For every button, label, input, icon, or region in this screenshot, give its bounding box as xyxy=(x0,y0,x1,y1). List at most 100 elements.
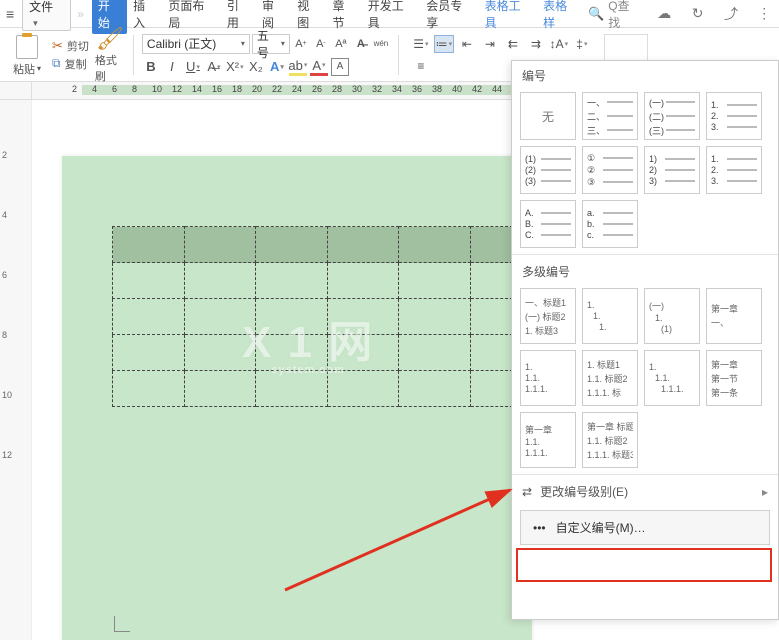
multilevel-option[interactable]: 第一章1.1.1.1.1. xyxy=(520,412,576,468)
cut-button[interactable]: ✂剪切 xyxy=(52,38,89,54)
bullets-button[interactable]: ☰▾ xyxy=(411,35,431,53)
numbering-button[interactable]: ≔▾ xyxy=(434,35,454,53)
search-placeholder: Q查找 xyxy=(608,0,639,31)
multilevel-option[interactable]: 1.1.1. xyxy=(582,288,638,344)
numbering-option[interactable]: 1. 2. 3. xyxy=(706,92,762,140)
paste-label: 粘贴 xyxy=(13,61,35,77)
italic-button[interactable]: I xyxy=(163,58,181,76)
highlight-button[interactable]: ab▾ xyxy=(289,58,307,76)
phonetic-button[interactable]: wén xyxy=(372,35,390,53)
cut-label: 剪切 xyxy=(67,38,89,54)
change-case-button[interactable]: Aª xyxy=(332,35,350,53)
clear-format-button[interactable]: A̶ xyxy=(352,35,370,53)
numbering-section-title: 编号 xyxy=(512,61,778,88)
text-direction-button[interactable]: ↕A▾ xyxy=(549,35,569,53)
tab-member[interactable]: 会员专享 xyxy=(420,0,478,34)
ruler-tick: 44 xyxy=(492,84,502,94)
ruler-tick: 10 xyxy=(152,84,162,94)
indent-button[interactable]: ⇉ xyxy=(526,35,546,53)
numbering-option[interactable]: 1) 2) 3) xyxy=(644,146,700,194)
font-color-button[interactable]: A▾ xyxy=(310,58,328,76)
cut-copy-stack: ✂剪切 ⧉复制 xyxy=(52,38,89,72)
ruler-tick: 42 xyxy=(472,84,482,94)
decrease-font-button[interactable]: A- xyxy=(312,35,330,53)
superscript-button[interactable]: X²▾ xyxy=(226,58,244,76)
tab-view[interactable]: 视图 xyxy=(291,0,326,34)
hamburger-icon[interactable]: ≡ xyxy=(6,6,14,22)
change-level-item[interactable]: ⇄ 更改编号级别(E) ▸ xyxy=(512,477,778,506)
format-painter-button[interactable]: 🖌 格式刷 xyxy=(95,32,125,78)
paste-button[interactable]: 粘贴▾ xyxy=(8,32,46,78)
numbering-option[interactable]: (1) (2) (3) xyxy=(520,146,576,194)
separator: » xyxy=(77,7,84,21)
multilevel-option[interactable]: (一)1.(1) xyxy=(644,288,700,344)
format-painter-label: 格式刷 xyxy=(95,52,125,84)
subscript-button[interactable]: X₂ xyxy=(247,58,265,76)
copy-label: 复制 xyxy=(65,56,87,72)
more-icon[interactable]: ⋮ xyxy=(756,5,773,23)
file-menu[interactable]: 文件 ▾ xyxy=(22,0,71,31)
document-table[interactable] xyxy=(112,226,542,407)
ruler-tick: 26 xyxy=(312,84,322,94)
tab-devtools[interactable]: 开发工具 xyxy=(362,0,420,34)
multilevel-option[interactable]: 第一章第一节第一条 xyxy=(706,350,762,406)
ruler-tick: 30 xyxy=(352,84,362,94)
multilevel-option[interactable]: 第一章 标题11.1. 标题21.1.1. 标题3 xyxy=(582,412,638,468)
font-group: Calibri (正文)▾ 五号▾ A+ A- Aª A̶ wén B I U▾… xyxy=(142,34,390,76)
ruler-tick: 32 xyxy=(372,84,382,94)
tab-insert[interactable]: 插入 xyxy=(127,0,162,34)
numbering-option[interactable]: (一) (二) (三) xyxy=(644,92,700,140)
ruler-tick: 18 xyxy=(232,84,242,94)
multilevel-option[interactable]: 1.1.1.1.1.1. xyxy=(520,350,576,406)
multilevel-option[interactable]: 1.1.1.1.1.1. xyxy=(644,350,700,406)
ruler-tick: 24 xyxy=(292,84,302,94)
tab-references[interactable]: 引用 xyxy=(221,0,256,34)
numbering-none[interactable]: 无 xyxy=(520,92,576,140)
increase-font-button[interactable]: A+ xyxy=(292,35,310,53)
strikethrough-button[interactable]: A̶▾ xyxy=(205,58,223,76)
document-page: X 1 网 system.com xyxy=(62,156,532,640)
custom-numbering-item[interactable]: ••• 自定义编号(M)… xyxy=(520,510,770,545)
ruler-tick: 2 xyxy=(72,84,77,94)
ruler-tick: 20 xyxy=(252,84,262,94)
share-icon[interactable]: ⤴ xyxy=(722,5,739,23)
char-border-button[interactable]: A xyxy=(331,58,349,76)
history-icon[interactable]: ↻ xyxy=(689,5,706,23)
numbering-panel: 编号 无 一、 二、 三、 (一) (二) (三) 1. 2. 3. (1) (… xyxy=(511,60,779,620)
cloud-icon[interactable]: ☁ xyxy=(656,5,673,23)
bold-button[interactable]: B xyxy=(142,58,160,76)
multilevel-option[interactable]: 一、标题1(一) 标题21. 标题3 xyxy=(520,288,576,344)
chevron-right-icon: ▸ xyxy=(762,485,768,499)
numbering-option[interactable]: A. B. C. xyxy=(520,200,576,248)
vruler-tick: 2 xyxy=(2,150,7,160)
ruler-tick: 40 xyxy=(452,84,462,94)
ribbon-tabs: 开始 插入 页面布局 引用 审阅 视图 章节 开发工具 会员专享 表格工具 表格… xyxy=(92,0,584,34)
numbering-option[interactable]: 1. 2. 3. xyxy=(706,146,762,194)
numbering-option[interactable]: ① ② ③ xyxy=(582,146,638,194)
menu-bar: ≡ 文件 ▾ » 开始 插入 页面布局 引用 审阅 视图 章节 开发工具 会员专… xyxy=(0,0,779,28)
numbering-option[interactable]: a. b. c. xyxy=(582,200,638,248)
tab-chapter[interactable]: 章节 xyxy=(327,0,362,34)
tab-pagelayout[interactable]: 页面布局 xyxy=(162,0,220,34)
outdent-button[interactable]: ⇇ xyxy=(503,35,523,53)
font-name-combo[interactable]: Calibri (正文)▾ xyxy=(142,34,250,54)
decrease-indent-button[interactable]: ⇤ xyxy=(457,35,477,53)
increase-indent-button[interactable]: ⇥ xyxy=(480,35,500,53)
multilevel-option[interactable]: 1. 标题11.1. 标题21.1.1. 标 xyxy=(582,350,638,406)
tab-tabletools[interactable]: 表格工具 xyxy=(479,0,537,34)
vertical-ruler[interactable]: 2 4 6 8 10 12 xyxy=(0,100,32,640)
numbering-option[interactable]: 一、 二、 三、 xyxy=(582,92,638,140)
text-effects-button[interactable]: A▾ xyxy=(268,58,286,76)
ruler-tick: 34 xyxy=(392,84,402,94)
multilevel-grid: 一、标题1(一) 标题21. 标题3 1.1.1. (一)1.(1) 第一章一、… xyxy=(512,284,778,472)
multilevel-option[interactable]: 第一章一、 xyxy=(706,288,762,344)
line-spacing-button[interactable]: ‡▾ xyxy=(572,35,592,53)
copy-button[interactable]: ⧉复制 xyxy=(52,56,89,72)
font-size-combo[interactable]: 五号▾ xyxy=(252,34,290,54)
ruler-tick: 16 xyxy=(212,84,222,94)
search-box[interactable]: 🔍 Q查找 xyxy=(588,0,640,31)
ellipsis-icon: ••• xyxy=(533,521,546,535)
align-left-button[interactable]: ≡ xyxy=(411,57,431,75)
underline-button[interactable]: U▾ xyxy=(184,58,202,76)
tab-tablestyle[interactable]: 表格样 xyxy=(537,0,584,34)
